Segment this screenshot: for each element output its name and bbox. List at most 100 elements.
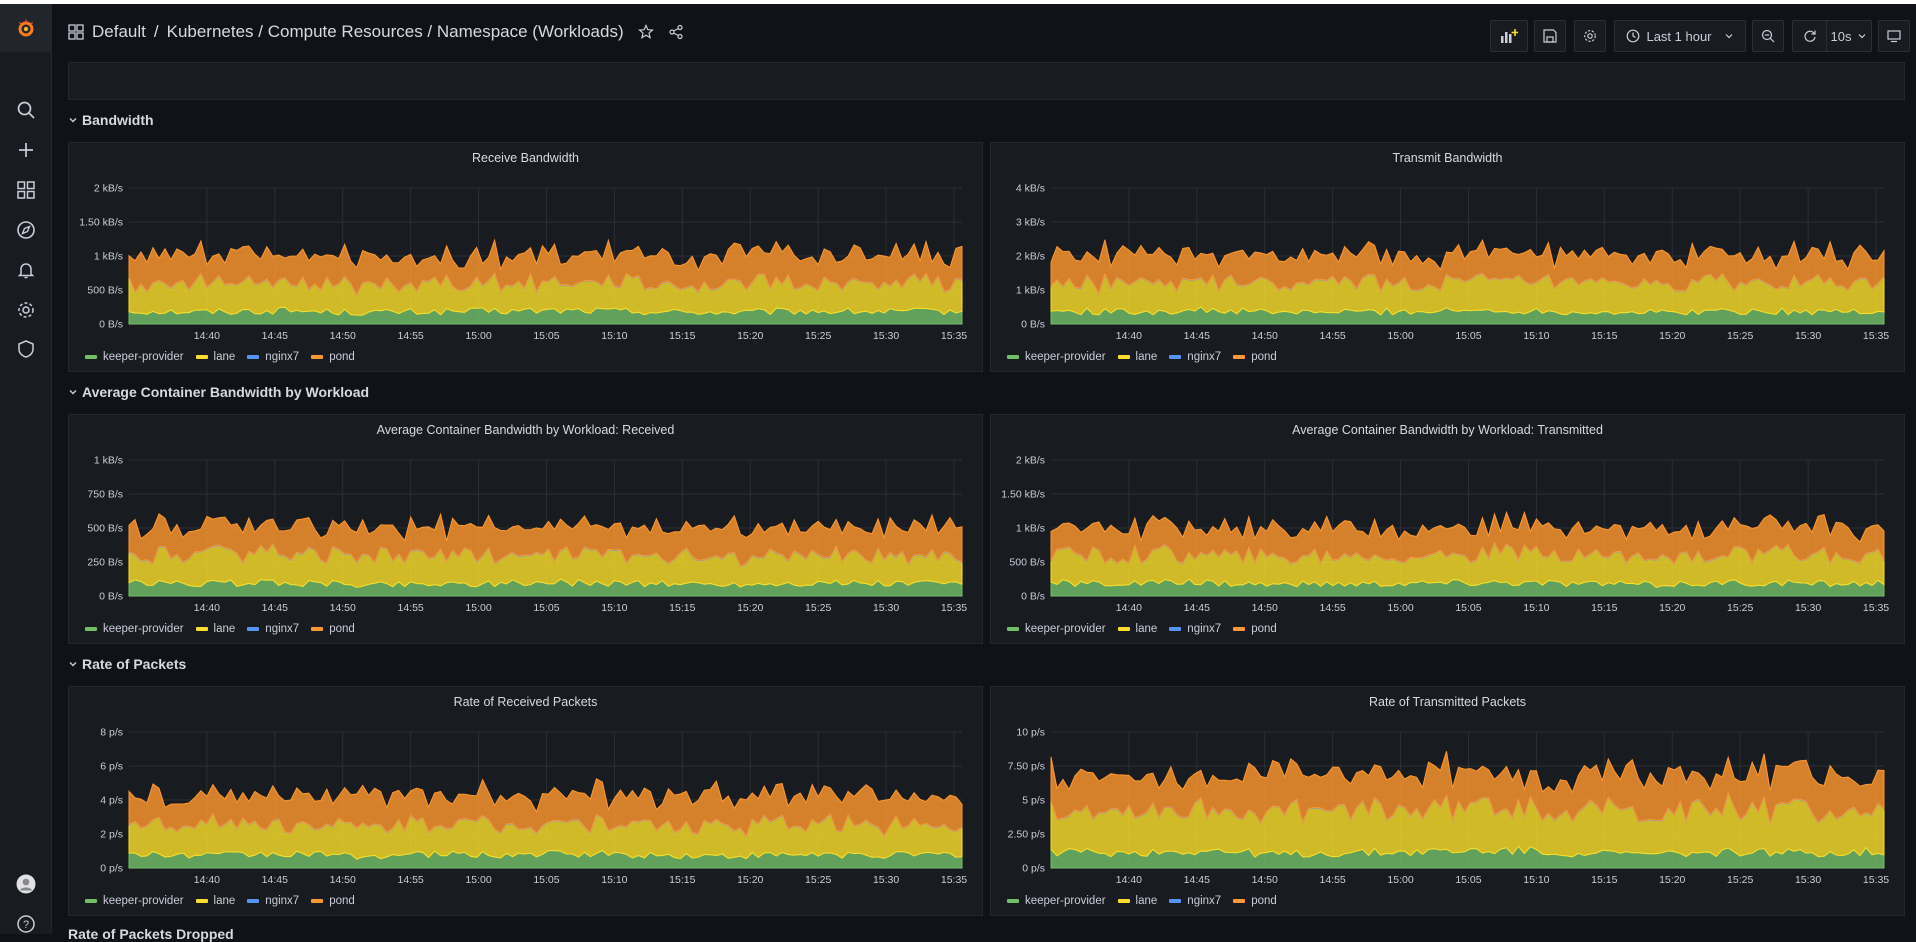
zoom-out-button[interactable] [1752,20,1784,52]
panel-avg-bandwidth-received[interactable]: Average Container Bandwidth by Workload:… [68,414,983,644]
y-tick-label: 4 kB/s [1016,183,1045,195]
legend-label: keeper-provider [103,351,184,363]
chart-svg[interactable]: 0 B/s 250 B/s 500 B/s 750 B/s 1 kB/s 14:40 14:… [69,415,984,645]
save-icon [1543,29,1557,43]
legend-item-pond[interactable]: pond [311,895,355,907]
panel-avg-bandwidth-transmitted[interactable]: Average Container Bandwidth by Workload:… [990,414,1905,644]
legend-item-lane[interactable]: lane [195,623,235,635]
panel-transmitted-packets[interactable]: Rate of Transmitted Packets 0 p/s 2.50 p/s… [990,686,1905,916]
save-dashboard-button[interactable] [1534,20,1566,52]
x-tick-label: 15:15 [1591,330,1617,342]
x-tick-label: 14:45 [262,602,288,614]
legend-swatch [311,355,324,359]
x-tick-label: 14:45 [262,874,288,886]
panel-received-packets[interactable]: Rate of Received Packets 0 p/s 2 p/s 4 p/s 6… [68,686,983,916]
search-icon[interactable] [14,98,38,122]
legend-label: keeper-provider [103,895,184,907]
legend-swatch [1233,355,1246,359]
gear-icon [1584,30,1596,42]
legend-item-keeper-provider[interactable]: keeper-provider [1007,351,1106,363]
legend-item-lane[interactable]: lane [1117,623,1157,635]
chart-legend: keeper-provider lane nginx7 pond [85,895,355,907]
chart-svg[interactable]: 0 B/s 1 kB/s 2 kB/s 3 kB/s 4 kB/s 14:40 14:45 1… [991,143,1906,373]
x-tick-label: 14:45 [1184,330,1210,342]
dashboard-title[interactable]: Kubernetes / Compute Resources / Namespa… [167,22,624,42]
user-avatar[interactable] [14,872,38,896]
x-tick-label: 15:05 [1455,602,1481,614]
help-icon[interactable]: ? [14,912,38,936]
y-tick-label: 1 kB/s [1016,285,1045,297]
legend-item-keeper-provider[interactable]: keeper-provider [85,895,184,907]
x-tick-label: 15:15 [669,330,695,342]
x-tick-label: 15:30 [873,874,899,886]
legend-swatch [195,899,208,903]
legend-item-lane[interactable]: lane [195,895,235,907]
refresh-button[interactable] [1792,20,1826,52]
x-tick-label: 15:10 [1523,874,1549,886]
x-tick-label: 14:55 [398,330,424,342]
x-tick-label: 15:20 [737,874,763,886]
chart-svg[interactable]: 0 B/s 500 B/s 1 kB/s 1.50 kB/s 2 kB/s 14:40 14… [69,143,984,373]
legend-label: lane [1135,351,1158,363]
grafana-logo-icon [18,19,34,37]
legend-item-lane[interactable]: lane [1117,351,1158,363]
y-tick-label: 0 p/s [100,863,123,875]
breadcrumb-folder[interactable]: Default [92,22,146,42]
legend-label: nginx7 [1187,895,1222,907]
refresh-interval-picker[interactable]: 10s [1826,20,1872,52]
row-header-rate-of-packets-dropped[interactable]: Rate of Packets Dropped [68,926,234,942]
row-title: Average Container Bandwidth by Workload [82,384,370,400]
tv-mode-button[interactable] [1878,20,1910,52]
x-tick-label: 14:50 [330,330,356,342]
legend-item-pond[interactable]: pond [311,351,355,363]
settings-gear-icon[interactable] [14,298,38,322]
legend-swatch [1007,627,1019,631]
panel-receive-bandwidth[interactable]: Receive Bandwidth 0 B/s 500 B/s 1 kB/s 1.50 … [68,142,983,372]
dashboard-settings-button[interactable] [1574,20,1606,52]
legend-item-lane[interactable]: lane [195,351,235,363]
row-header-bandwidth[interactable]: Bandwidth [68,112,154,128]
legend-item-pond[interactable]: pond [1233,351,1277,363]
legend-item-lane[interactable]: lane [1117,895,1157,907]
legend-item-nginx7[interactable]: nginx7 [1169,351,1221,363]
grafana-logo[interactable] [0,4,52,52]
legend-item-nginx7[interactable]: nginx7 [247,623,299,635]
chart-legend: keeper-provider lane nginx7 pond [1007,351,1277,363]
chart-svg[interactable]: 0 p/s 2.50 p/s 5 p/s 7.50 p/s 10 p/s 14:40 14:… [991,687,1906,917]
legend-item-nginx7[interactable]: nginx7 [247,351,299,363]
x-tick-label: 15:05 [1455,330,1481,342]
row-header-avg-container-bandwidth[interactable]: Average Container Bandwidth by Workload [68,384,369,400]
row-header-rate-of-packets[interactable]: Rate of Packets [68,656,186,672]
time-picker-button[interactable]: Last 1 hour [1614,20,1746,52]
dashboards-icon[interactable] [14,178,38,202]
chevron-down-icon [69,390,77,395]
legend-item-pond[interactable]: pond [311,623,355,635]
legend-item-keeper-provider[interactable]: keeper-provider [85,351,184,363]
star-icon[interactable] [637,24,654,40]
y-tick-label: 2.50 p/s [1008,829,1045,841]
legend-item-keeper-provider[interactable]: keeper-provider [1007,895,1106,907]
breadcrumb: Default / Kubernetes / Compute Resources… [68,22,684,42]
legend-item-pond[interactable]: pond [1233,623,1277,635]
x-tick-label: 15:35 [1863,330,1889,342]
alerting-bell-icon[interactable] [14,258,38,282]
plus-icon[interactable] [14,138,38,162]
x-tick-label: 15:35 [941,602,967,614]
explore-compass-icon[interactable] [14,218,38,242]
legend-item-nginx7[interactable]: nginx7 [1169,623,1221,635]
shield-icon[interactable] [14,337,38,361]
y-tick-label: 7.50 p/s [1008,761,1045,773]
legend-item-nginx7[interactable]: nginx7 [1169,895,1221,907]
panel-transmit-bandwidth[interactable]: Transmit Bandwidth 0 B/s 1 kB/s 2 kB/s 3 kB/… [990,142,1905,372]
x-tick-label: 15:35 [941,874,967,886]
chart-svg[interactable]: 0 p/s 2 p/s 4 p/s 6 p/s 8 p/s 14:40 14:45 14:50… [69,687,984,917]
legend-label: keeper-provider [1025,623,1106,635]
legend-item-nginx7[interactable]: nginx7 [247,895,299,907]
legend-item-pond[interactable]: pond [1233,895,1277,907]
chart-svg[interactable]: 0 B/s 500 B/s 1 kB/s 1.50 kB/s 2 kB/s 14:40 14… [991,415,1906,645]
share-icon[interactable] [668,24,684,40]
add-panel-button[interactable] [1490,20,1528,52]
legend-item-keeper-provider[interactable]: keeper-provider [1007,623,1106,635]
legend-item-keeper-provider[interactable]: keeper-provider [85,623,184,635]
row-title: Bandwidth [82,112,154,128]
